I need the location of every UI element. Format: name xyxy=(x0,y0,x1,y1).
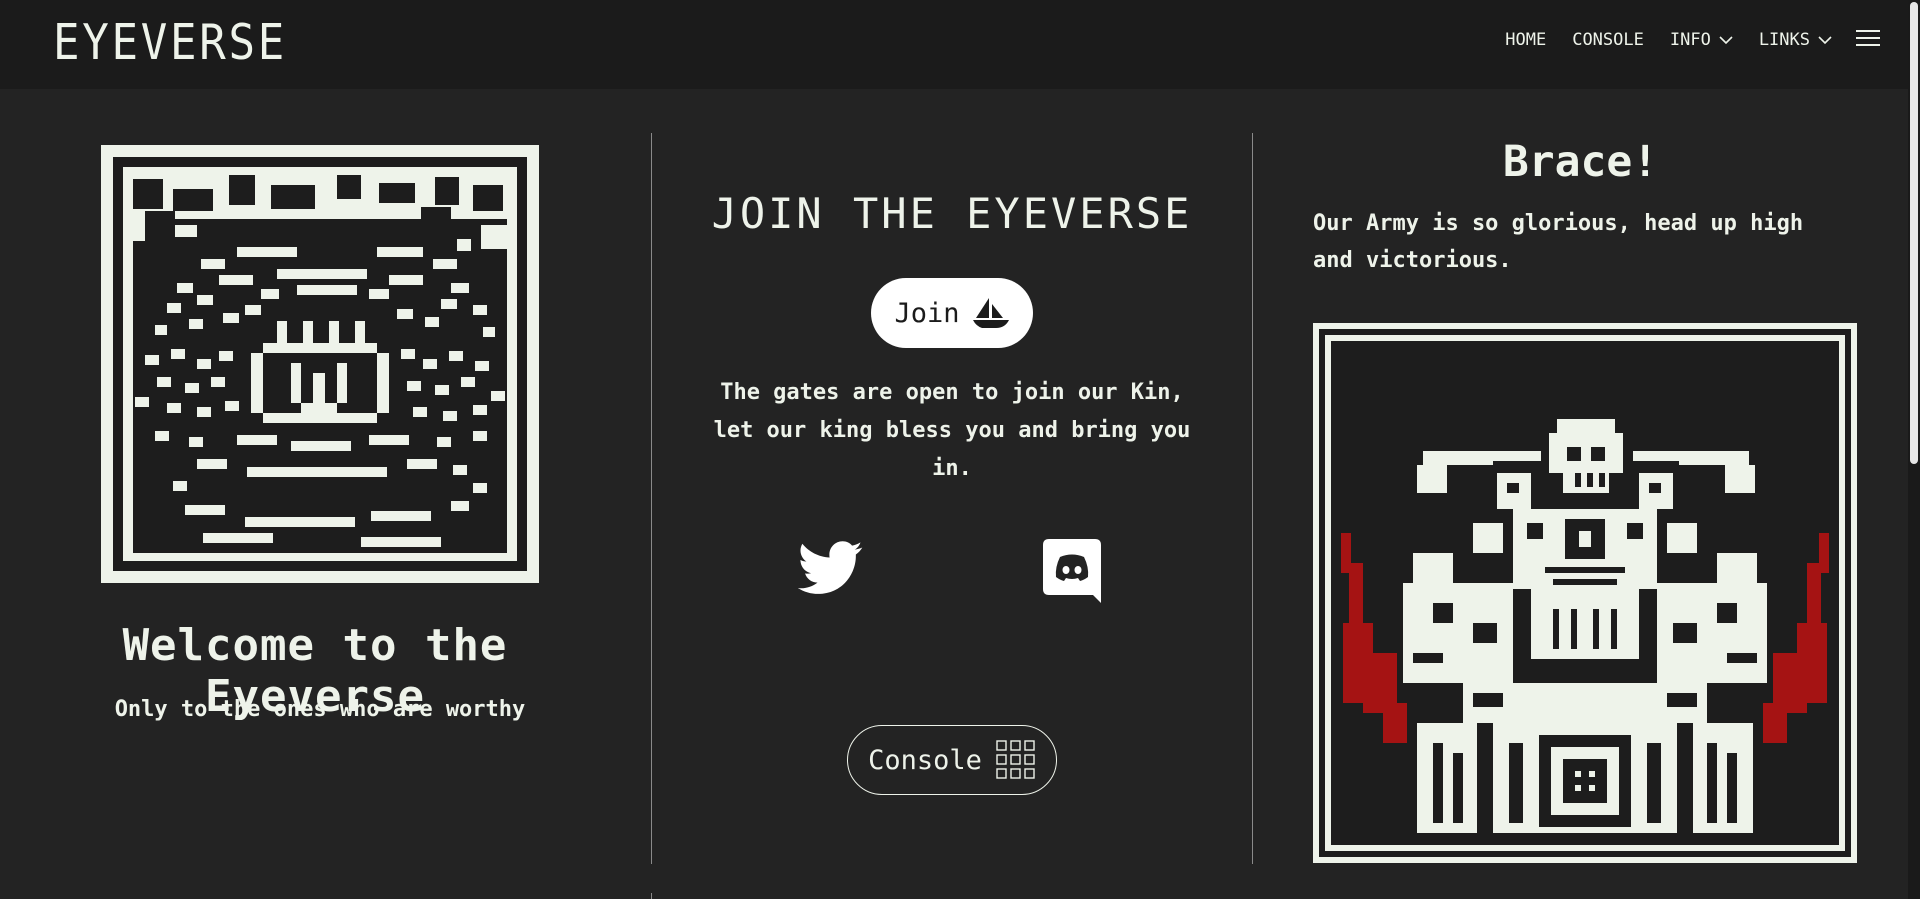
brand-logo[interactable]: EYEVERSE xyxy=(53,14,287,71)
army-title: Brace! xyxy=(1502,137,1659,187)
column-divider xyxy=(651,133,652,864)
menu-button[interactable] xyxy=(1856,28,1880,52)
nav-info-dropdown[interactable]: INFO xyxy=(1670,30,1733,50)
welcome-subtitle: Only to the ones who are worthy xyxy=(114,697,526,722)
sailboat-icon xyxy=(972,298,1009,328)
nav-info-label: INFO xyxy=(1669,30,1711,50)
pixel-army-artwork xyxy=(1313,323,1857,863)
main-nav: HOME CONSOLE INFO LINKS xyxy=(1479,28,1880,52)
grid-icon xyxy=(996,740,1035,779)
army-description: Our Army is so glorious, head up high an… xyxy=(1313,211,1804,273)
join-button-label: Join xyxy=(894,297,960,329)
nav-links-dropdown[interactable]: LINKS xyxy=(1759,30,1832,50)
nav-home-label: HOME xyxy=(1505,30,1547,50)
nav-console[interactable]: CONSOLE xyxy=(1572,30,1644,50)
discord-link[interactable] xyxy=(1043,539,1101,607)
top-navbar: EYEVERSE HOME CONSOLE INFO LINKS xyxy=(0,0,1908,89)
join-title: JOIN THE EYEVERSE xyxy=(711,189,1193,238)
join-button[interactable]: Join xyxy=(871,278,1033,348)
pixel-eye-artwork xyxy=(101,145,539,583)
hamburger-icon xyxy=(1856,30,1880,46)
discord-icon xyxy=(1043,539,1101,603)
chevron-down-icon xyxy=(1818,35,1832,44)
nav-console-label: CONSOLE xyxy=(1572,30,1644,50)
console-button-label: Console xyxy=(868,744,982,776)
page-scrollbar[interactable] xyxy=(1908,0,1920,899)
chevron-down-icon xyxy=(1719,35,1733,44)
twitter-link[interactable] xyxy=(797,541,864,599)
console-button[interactable]: Console xyxy=(847,725,1057,795)
nav-home[interactable]: HOME xyxy=(1505,30,1546,50)
join-description: The gates are open to join our Kin, let … xyxy=(713,380,1191,481)
scrollbar-thumb[interactable] xyxy=(1910,2,1918,464)
twitter-icon xyxy=(797,541,863,594)
nav-links-label: LINKS xyxy=(1758,30,1810,50)
column-divider xyxy=(1252,133,1253,864)
column-divider-continued xyxy=(651,893,652,899)
